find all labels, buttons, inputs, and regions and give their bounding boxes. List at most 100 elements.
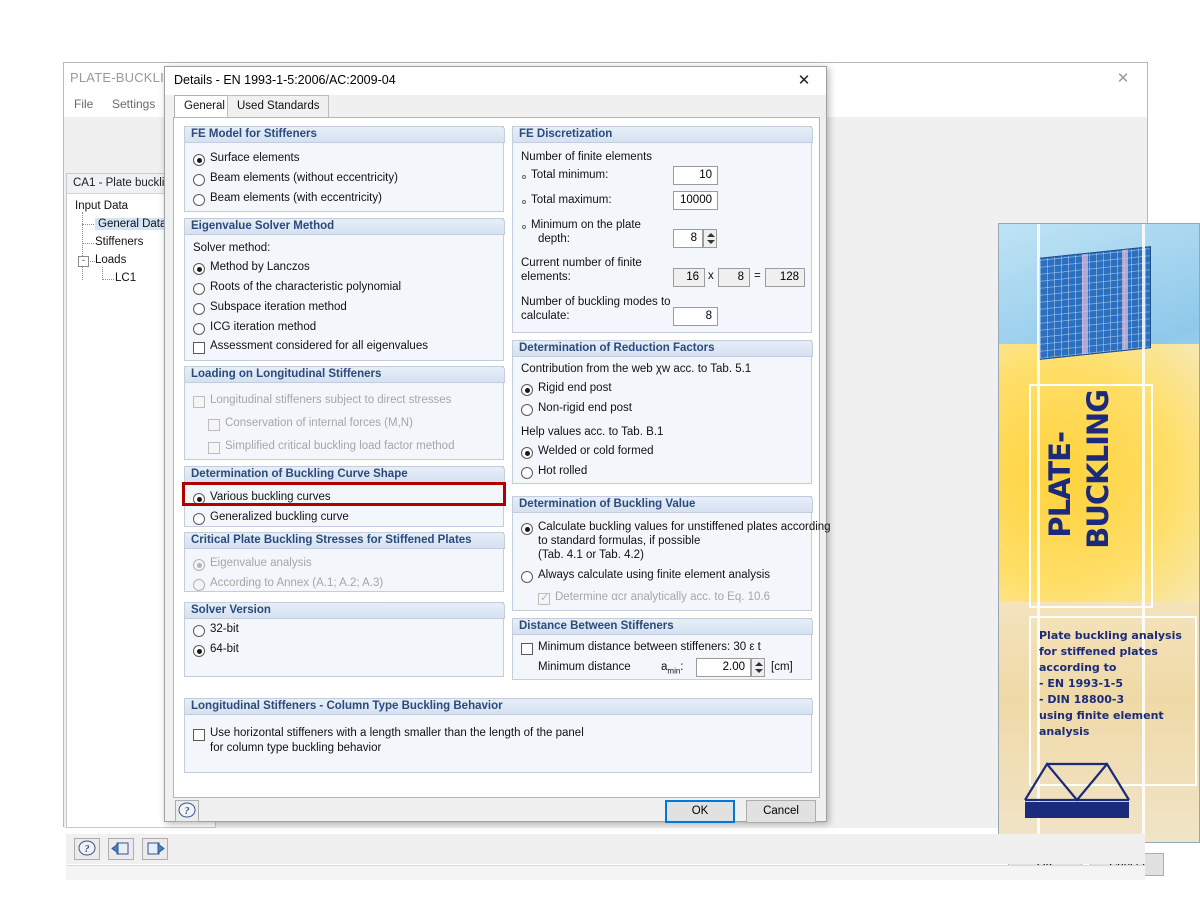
checkbox-longitudinal-direct-stresses	[193, 396, 205, 408]
dialog-ok-button[interactable]: OK	[665, 800, 735, 823]
checkbox-assessment-all-eigenvalues[interactable]	[193, 342, 205, 354]
minimum-plate-depth-label-line1: Minimum on the plate	[531, 219, 641, 231]
tree-dash	[88, 261, 95, 262]
radio-surface-elements[interactable]	[193, 154, 205, 166]
checkbox-determine-alpha-cr-label: Determine αcr analytically acc. to Eq. 1…	[555, 591, 770, 603]
group-fe-discretization: FE Discretization Number of finite eleme…	[512, 126, 812, 333]
group-critical-stresses: Critical Plate Buckling Stresses for Sti…	[184, 532, 504, 592]
tree-item-loads[interactable]: Loads	[95, 254, 126, 266]
cover-caption-line: - EN 1993-1-5	[1039, 676, 1187, 692]
radio-surface-elements-label: Surface elements	[210, 152, 300, 164]
spinner-up-icon	[707, 233, 715, 237]
radio-generalized-buckling-curve-label: Generalized buckling curve	[210, 511, 349, 523]
radio-according-to-annex	[193, 579, 205, 591]
help-icon[interactable]: ?	[74, 838, 100, 860]
minimum-plate-depth-label-line2: depth:	[538, 233, 570, 245]
close-icon[interactable]: ✕	[786, 70, 822, 92]
tree-dash	[82, 243, 94, 244]
tree-item-general-data[interactable]: General Data	[95, 218, 169, 230]
radio-icg-iteration[interactable]	[193, 323, 205, 335]
group-critical-stresses-body: Eigenvalue analysis According to Annex (…	[185, 550, 503, 591]
spinner-up-icon	[755, 662, 763, 666]
background-statusbar	[66, 865, 1145, 880]
radio-eigenvalue-analysis	[193, 559, 205, 571]
total-maximum-input[interactable]: 10000	[673, 191, 718, 210]
group-buckling-value: Determination of Buckling Value Calculat…	[512, 496, 812, 611]
group-loading-longitudinal: Loading on Longitudinal Stiffeners Longi…	[184, 366, 504, 460]
minimum-distance-spinner[interactable]	[751, 658, 765, 677]
radio-calculate-standard-formulas[interactable]	[521, 523, 533, 535]
radio-64-bit[interactable]	[193, 645, 205, 657]
radio-always-finite-element[interactable]	[521, 571, 533, 583]
group-distance-stiffeners: Distance Between Stiffeners Minimum dist…	[512, 618, 812, 680]
svg-text:?: ?	[185, 806, 190, 817]
bullet-icon	[522, 200, 526, 204]
menu-item-settings[interactable]: Settings	[112, 97, 155, 111]
tree-dash	[82, 224, 94, 225]
radio-32-bit[interactable]	[193, 625, 205, 637]
menu-item-file[interactable]: File	[74, 97, 93, 111]
minimum-plate-depth-spinner[interactable]	[703, 229, 717, 248]
cover-title-line1: PLATE-	[1043, 432, 1077, 538]
minimum-distance-input[interactable]: 2.00	[696, 658, 751, 677]
group-solver-version-title: Solver Version	[184, 602, 505, 619]
product-cover-image: PLATE- BUCKLING Plate buckling analysis …	[998, 223, 1200, 843]
radio-eigenvalue-analysis-label: Eigenvalue analysis	[210, 557, 312, 569]
tree-item-input-data[interactable]: Input Data	[75, 200, 128, 212]
radio-non-rigid-end-post[interactable]	[521, 404, 533, 416]
radio-generalized-buckling-curve[interactable]	[193, 513, 205, 525]
group-eigenvalue-solver: Eigenvalue Solver Method Solver method: …	[184, 218, 504, 361]
checkbox-longitudinal-direct-stresses-label: Longitudinal stiffeners subject to direc…	[210, 394, 451, 406]
current-elements-times-label: x	[708, 270, 714, 282]
radio-beam-with-eccentricity-label: Beam elements (with eccentricity)	[210, 192, 382, 204]
radio-welded-cold-formed-label: Welded or cold formed	[538, 445, 653, 457]
total-minimum-label: Total minimum:	[531, 169, 608, 181]
svg-text:?: ?	[85, 844, 90, 855]
highlight-annotation-box	[182, 482, 506, 506]
dialog-cancel-button[interactable]: Cancel	[746, 800, 816, 823]
checkbox-use-horizontal-stiffeners-label-line1: Use horizontal stiffeners with a length …	[210, 727, 584, 739]
buckling-modes-input[interactable]: 8	[673, 307, 718, 326]
tree-item-lc1[interactable]: LC1	[115, 272, 136, 284]
radio-always-finite-element-label: Always calculate using finite element an…	[538, 569, 770, 581]
help-icon[interactable]: ?	[175, 800, 199, 822]
radio-64-bit-label: 64-bit	[210, 643, 239, 655]
minimum-plate-depth-input[interactable]: 8	[673, 229, 703, 248]
checkbox-conservation-internal-forces	[208, 419, 220, 431]
number-of-finite-elements-label: Number of finite elements	[521, 151, 652, 163]
radio-hot-rolled[interactable]	[521, 467, 533, 479]
close-icon[interactable]: ✕	[1107, 68, 1139, 90]
checkbox-simplified-critical-buckling	[208, 442, 220, 454]
previous-icon[interactable]	[108, 838, 134, 860]
group-fe-model: FE Model for Stiffeners Surface elements…	[184, 126, 504, 212]
cover-caption-line: analysis	[1039, 724, 1187, 740]
checkbox-use-horizontal-stiffeners[interactable]	[193, 729, 205, 741]
radio-beam-without-eccentricity[interactable]	[193, 174, 205, 186]
bullet-icon	[522, 225, 526, 229]
total-maximum-label: Total maximum:	[531, 194, 612, 206]
next-icon[interactable]	[142, 838, 168, 860]
current-elements-y-value: 8	[718, 268, 750, 287]
tab-used-standards[interactable]: Used Standards	[227, 95, 329, 117]
cover-caption-line: Plate buckling analysis	[1039, 628, 1187, 644]
tree-item-stiffeners[interactable]: Stiffeners	[95, 236, 143, 248]
radio-calculate-standard-formulas-line1: Calculate buckling values for unstiffene…	[538, 521, 831, 533]
web-contribution-label: Contribution from the web χw acc. to Tab…	[521, 363, 751, 375]
radio-subspace-iteration[interactable]	[193, 303, 205, 315]
total-minimum-input[interactable]: 10	[673, 166, 718, 185]
radio-welded-cold-formed[interactable]	[521, 447, 533, 459]
dialog-footer: ? OK Cancel	[165, 800, 826, 822]
radio-rigid-end-post[interactable]	[521, 384, 533, 396]
group-critical-stresses-title: Critical Plate Buckling Stresses for Sti…	[184, 532, 505, 549]
cover-caption-line: - DIN 18800-3	[1039, 692, 1187, 708]
checkbox-minimum-distance-stiffeners[interactable]	[521, 643, 533, 655]
cover-title-box: PLATE- BUCKLING	[1029, 384, 1153, 608]
group-loading-longitudinal-body: Longitudinal stiffeners subject to direc…	[185, 384, 503, 459]
radio-lanczos[interactable]	[193, 263, 205, 275]
buckling-modes-label-line1: Number of buckling modes to	[521, 296, 671, 308]
radio-roots-polynomial[interactable]	[193, 283, 205, 295]
current-elements-equals-label: =	[754, 270, 761, 282]
tab-general[interactable]: General	[174, 95, 235, 117]
radio-beam-with-eccentricity[interactable]	[193, 194, 205, 206]
checkbox-simplified-critical-buckling-label: Simplified critical buckling load factor…	[225, 440, 454, 452]
